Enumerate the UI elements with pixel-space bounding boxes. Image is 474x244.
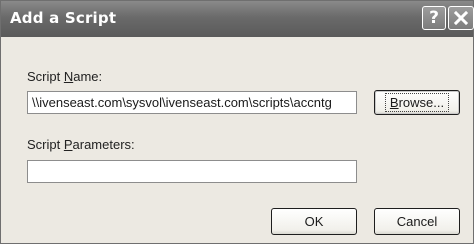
ok-button[interactable]: OK [271,208,357,235]
dialog-title: Add a Script [10,9,117,27]
script-name-input[interactable]: \\ivenseast.com\sysvol\ivenseast.com\scr… [27,91,357,114]
close-x-icon [454,11,468,25]
cancel-button[interactable]: Cancel [374,208,460,235]
add-script-dialog: Add a Script ? Script Name: \\ivenseast.… [0,0,474,244]
question-mark-icon: ? [429,8,439,28]
help-button[interactable]: ? [422,6,446,30]
script-parameters-label: Script Parameters: [27,137,135,152]
script-parameters-input[interactable] [27,160,357,183]
title-bar[interactable]: Add a Script ? [1,1,474,37]
script-name-label: Script Name: [27,69,103,84]
browse-button[interactable]: Browse... [374,90,460,115]
close-button[interactable] [448,6,474,30]
